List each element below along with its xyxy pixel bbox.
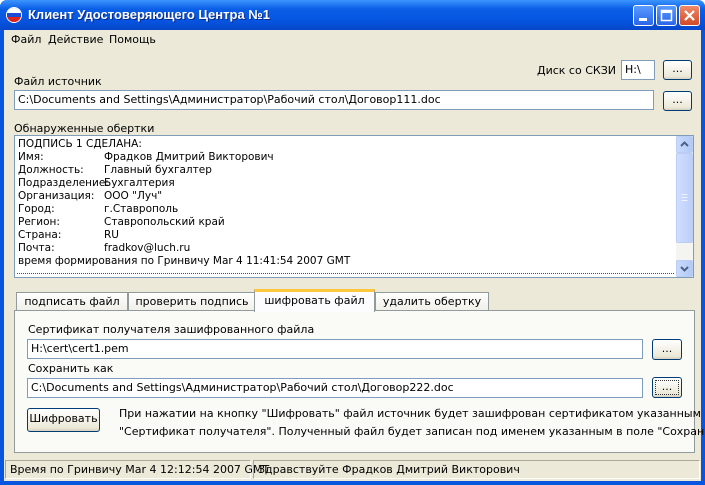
crypto-disk-label: Диск со СКЗИ — [537, 64, 616, 77]
field-key-organization: Организация: — [18, 190, 95, 202]
maximize-button[interactable] — [656, 5, 677, 26]
field-value-organization: ООО "Луч" — [104, 190, 163, 202]
crypto-disk-browse-button[interactable]: ... — [663, 60, 692, 80]
scroll-down-button[interactable] — [676, 260, 693, 277]
scroll-thumb[interactable] — [676, 153, 693, 243]
menu-action[interactable]: Действие — [48, 33, 103, 46]
maximize-icon — [660, 9, 673, 22]
menu-file[interactable]: Файл — [11, 33, 41, 46]
close-icon — [684, 10, 695, 21]
client-area: Файл Действие Помощь Диск со СКЗИ H:\ ..… — [4, 30, 705, 481]
field-value-country: RU — [104, 229, 119, 241]
grip-icon — [681, 194, 688, 201]
save-as-field[interactable]: C:\Documents and Settings\Администратор\… — [27, 378, 643, 398]
encrypt-button[interactable]: Шифровать — [27, 408, 100, 432]
source-file-label: Файл источник — [14, 75, 102, 88]
crypto-disk-field[interactable]: H:\ — [621, 60, 655, 80]
recipient-cert-field[interactable]: H:\cert\cert1.pem — [27, 339, 643, 359]
app-window: Клиент Удостоверяющего Центра №1 Файл Де… — [0, 0, 705, 485]
hint-line-2: "Сертификат получателя". Полученный файл… — [119, 425, 705, 438]
field-key-position: Должность: — [18, 164, 84, 176]
tab-remove-envelope[interactable]: удалить обертку — [375, 292, 489, 311]
recipient-cert-label: Сертификат получателя зашифрованного фай… — [28, 323, 315, 336]
app-flag-icon[interactable] — [6, 7, 22, 23]
minimize-button[interactable] — [633, 5, 654, 26]
tab-sign-file[interactable]: подписать файл — [16, 292, 128, 311]
memo-separator — [17, 273, 674, 274]
source-file-field[interactable]: C:\Documents and Settings\Администратор\… — [14, 90, 654, 110]
close-button[interactable] — [679, 5, 700, 26]
field-value-name: Фрадков Дмитрий Викторович — [104, 151, 274, 163]
encrypt-tab-panel: Сертификат получателя зашифрованного фай… — [14, 310, 705, 453]
scroll-up-button[interactable] — [676, 136, 693, 153]
status-bar: Время по Гринвичу Mar 4 12:12:54 2007 GM… — [4, 458, 701, 481]
field-key-department: Подразделение: — [18, 177, 109, 189]
tab-strip: подписать файл проверить подпись шифрова… — [14, 289, 694, 312]
tab-verify-signature[interactable]: проверить подпись — [128, 292, 256, 311]
signature-time: время формирования по Гринвичу Mar 4 11:… — [18, 255, 351, 267]
field-key-country: Страна: — [18, 229, 62, 241]
field-key-email: Почта: — [18, 242, 55, 254]
recipient-cert-browse-button[interactable]: ... — [652, 339, 682, 360]
minimize-icon — [639, 18, 647, 21]
field-value-region: Ставропольский край — [104, 216, 225, 228]
field-key-name: Имя: — [18, 151, 44, 163]
tab-encrypt-file[interactable]: шифровать файл — [254, 289, 375, 312]
menu-bar: Файл Действие Помощь — [4, 30, 701, 48]
field-value-city: г.Ставрополь — [104, 203, 179, 215]
chevron-up-icon — [680, 141, 689, 147]
field-value-department: Бухгалтерия — [104, 177, 175, 189]
envelopes-memo[interactable]: ПОДПИСЬ 1 СДЕЛАНА: Имя: Фрадков Дмитрий В… — [14, 135, 694, 278]
envelopes-label: Обнаруженные обертки — [14, 122, 155, 135]
window-title: Клиент Удостоверяющего Центра №1 — [28, 7, 271, 22]
save-as-browse-button[interactable]: ... — [652, 377, 682, 398]
status-gmt-time: Время по Гринвичу Mar 4 12:12:54 2007 GM… — [5, 460, 269, 479]
memo-scrollbar[interactable] — [676, 136, 693, 277]
title-bar[interactable]: Клиент Удостоверяющего Центра №1 — [0, 0, 705, 30]
source-file-browse-button[interactable]: ... — [663, 91, 692, 111]
field-value-email: fradkov@luch.ru — [104, 242, 191, 254]
status-greeting: Здравствуйте Фрадков Дмитрий Викторович — [253, 460, 700, 479]
menu-help[interactable]: Помощь — [109, 33, 156, 46]
hint-line-1: При нажатии на кнопку "Шифровать" файл и… — [119, 407, 705, 420]
field-key-city: Город: — [18, 203, 55, 215]
signature-header: ПОДПИСЬ 1 СДЕЛАНА: — [18, 138, 142, 150]
field-value-position: Главный бухгалтер — [104, 164, 212, 176]
field-key-region: Регион: — [18, 216, 60, 228]
chevron-down-icon — [680, 266, 689, 272]
save-as-label: Сохранить как — [28, 362, 114, 375]
